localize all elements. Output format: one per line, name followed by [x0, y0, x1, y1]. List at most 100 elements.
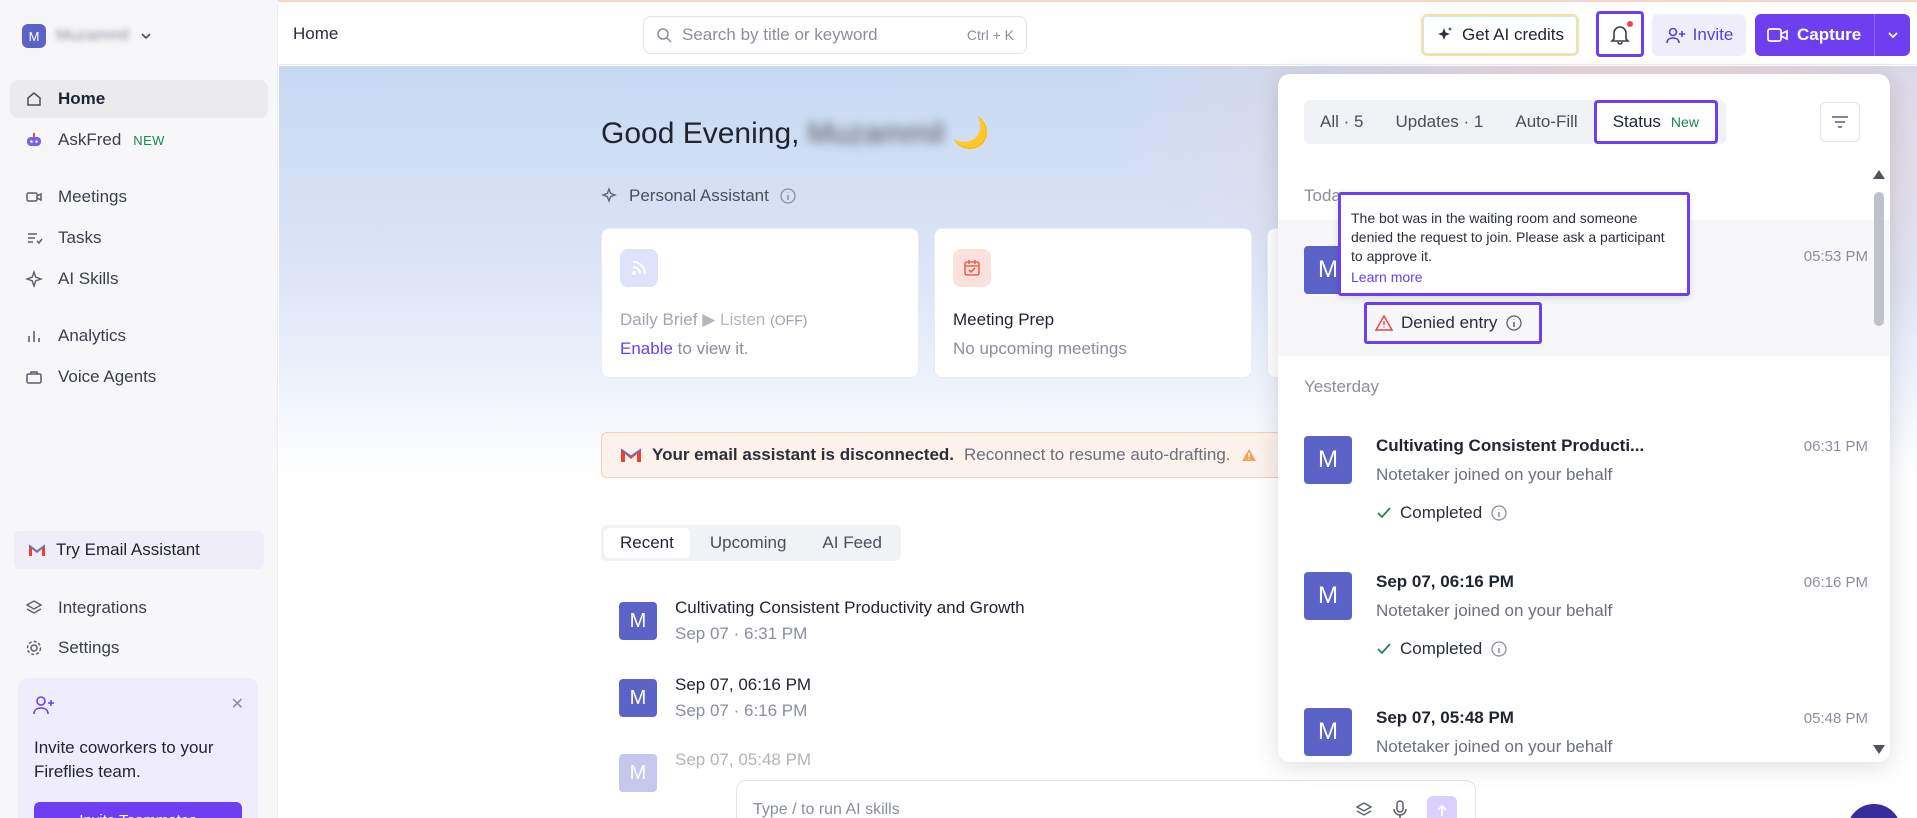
denied-entry-status[interactable]: Denied entry: [1364, 302, 1542, 344]
home-icon: [24, 89, 44, 109]
info-icon[interactable]: [779, 187, 797, 205]
tab-ai-feed[interactable]: AI Feed: [806, 528, 898, 558]
notification-avatar: M: [1304, 436, 1352, 484]
daily-brief-sub: Enable to view it.: [620, 339, 749, 359]
invite-label: Invite: [1692, 25, 1734, 44]
sidebar-item-askfred[interactable]: AskFred NEW: [10, 121, 268, 159]
notifications-panel: All · 5 Updates · 1 Auto-Fill Status New…: [1278, 74, 1890, 762]
notification-sub: Notetaker joined on your behalf: [1376, 465, 1613, 484]
sidebar: M Muzammil Home AskFred NEW Meetings Tas…: [0, 0, 278, 818]
search-icon: [656, 27, 672, 43]
greeting-text: Good Evening,: [601, 116, 800, 150]
invite-button[interactable]: Invite: [1652, 14, 1746, 56]
denied-entry-label: Denied entry: [1401, 313, 1498, 332]
info-icon[interactable]: [1490, 640, 1508, 658]
gmail-icon: [620, 447, 642, 463]
workspace-avatar: M: [22, 24, 46, 48]
notification-dot: [1625, 19, 1635, 29]
notification-avatar: M: [1304, 708, 1352, 756]
alert-bold-text: Your email assistant is disconnected.: [652, 445, 955, 464]
sidebar-item-analytics[interactable]: Analytics: [10, 317, 268, 355]
listen-label[interactable]: Listen: [720, 310, 765, 329]
microphone-icon[interactable]: [1392, 800, 1408, 818]
tab-all[interactable]: All · 5: [1304, 100, 1379, 144]
status-label: Completed: [1400, 639, 1483, 658]
email-disconnected-alert[interactable]: Your email assistant is disconnected. Re…: [601, 432, 1321, 478]
daily-brief-card[interactable]: Daily Brief ▶ Listen (OFF) Enable to vie…: [601, 228, 919, 378]
notification-sub: Notetaker joined on your behalf: [1376, 601, 1613, 620]
rss-icon: [620, 249, 658, 287]
sidebar-item-tasks[interactable]: Tasks: [10, 219, 268, 257]
scroll-thumb[interactable]: [1874, 192, 1884, 326]
scroll-up-icon[interactable]: [1873, 170, 1885, 179]
check-icon: [1376, 506, 1392, 520]
send-arrow-icon[interactable]: [1427, 796, 1457, 818]
alert-text: Reconnect to resume auto-drafting.: [964, 445, 1231, 464]
warning-icon: [1241, 448, 1257, 462]
notification-title: Sep 07, 06:16 PM: [1376, 572, 1514, 591]
sidebar-item-label: Integrations: [58, 598, 147, 617]
sidebar-item-voice-agents[interactable]: Voice Agents: [10, 358, 268, 396]
sidebar-item-label: Settings: [58, 638, 120, 657]
filter-button[interactable]: [1820, 102, 1860, 142]
learn-more-link[interactable]: Learn more: [1351, 268, 1679, 287]
try-email-label: Try Email Assistant: [56, 540, 200, 559]
capture-dropdown-chevron-icon[interactable]: [1874, 14, 1910, 56]
tab-auto-fill[interactable]: Auto-Fill: [1499, 100, 1593, 144]
workspace-switcher[interactable]: M Muzammil: [22, 24, 153, 48]
meeting-title: Cultivating Consistent Productivity and …: [675, 598, 1025, 617]
play-icon[interactable]: ▶: [702, 310, 715, 329]
greeting: Good Evening, Muzammil 🌙: [601, 116, 990, 151]
meeting-prep-title: Meeting Prep: [953, 310, 1055, 329]
tooltip-text: The bot was in the waiting room and some…: [1351, 210, 1665, 264]
invite-teammates-button[interactable]: Invite Teammates: [34, 802, 242, 818]
list-item[interactable]: M Sep 07, 06:16 PM Sep 07 · 6:16 PM: [619, 671, 811, 721]
sidebar-item-home[interactable]: Home: [10, 80, 268, 118]
sidebar-item-integrations[interactable]: Integrations: [10, 589, 268, 627]
tab-status-label: Status: [1612, 112, 1661, 131]
tab-status[interactable]: Status New: [1593, 100, 1718, 144]
search-input[interactable]: Search by title or keyword Ctrl + K: [643, 16, 1027, 54]
checklist-icon: [24, 228, 44, 248]
notification-avatar: M: [1304, 572, 1352, 620]
layers-icon[interactable]: [1355, 801, 1373, 818]
sidebar-item-settings[interactable]: Settings: [10, 629, 268, 667]
search-placeholder: Search by title or keyword: [682, 25, 878, 44]
info-icon[interactable]: [1505, 314, 1523, 332]
notifications-button[interactable]: [1596, 11, 1644, 57]
sidebar-item-label: Analytics: [58, 326, 127, 345]
capture-button[interactable]: Capture: [1755, 14, 1910, 56]
video-icon: [24, 187, 44, 207]
meeting-date: Sep 07 · 6:31 PM: [675, 624, 808, 643]
meeting-prep-card[interactable]: Meeting Prep No upcoming meetings: [934, 228, 1252, 378]
close-icon[interactable]: ✕: [231, 694, 244, 714]
calendar-icon: [953, 249, 991, 287]
sidebar-item-meetings[interactable]: Meetings: [10, 178, 268, 216]
chevron-down-icon: [141, 33, 151, 40]
sparkle-icon: [1436, 26, 1454, 44]
briefcase-icon: [24, 367, 44, 387]
sidebar-item-label: Meetings: [58, 187, 127, 206]
sidebar-item-ai-skills[interactable]: AI Skills: [10, 260, 268, 298]
tab-upcoming[interactable]: Upcoming: [694, 528, 803, 558]
tab-updates[interactable]: Updates · 1: [1379, 100, 1499, 144]
enable-link[interactable]: Enable: [620, 339, 673, 358]
info-icon[interactable]: [1490, 504, 1508, 522]
completed-status: Completed: [1376, 639, 1508, 659]
scroll-down-icon[interactable]: [1873, 745, 1885, 754]
ai-skills-input[interactable]: Type / to run AI skills: [736, 780, 1476, 818]
completed-status: Completed: [1376, 503, 1508, 523]
notification-time: 06:16 PM: [1803, 574, 1868, 591]
panel-scrollbar[interactable]: [1872, 170, 1886, 754]
personal-assistant-label: Personal Assistant: [629, 186, 769, 205]
try-email-assistant-button[interactable]: Try Email Assistant: [14, 531, 264, 569]
gear-icon: [24, 638, 44, 658]
tab-recent[interactable]: Recent: [604, 528, 690, 558]
notification-tabs: All · 5 Updates · 1 Auto-Fill Status New: [1304, 100, 1726, 144]
sidebar-item-label: Home: [58, 89, 106, 108]
layers-icon: [24, 598, 44, 618]
get-ai-credits-button[interactable]: Get AI credits: [1421, 14, 1579, 56]
robot-icon: [24, 130, 44, 150]
top-bar: Home Search by title or keyword Ctrl + K…: [278, 0, 1917, 65]
list-item[interactable]: M Cultivating Consistent Productivity an…: [619, 594, 1025, 644]
